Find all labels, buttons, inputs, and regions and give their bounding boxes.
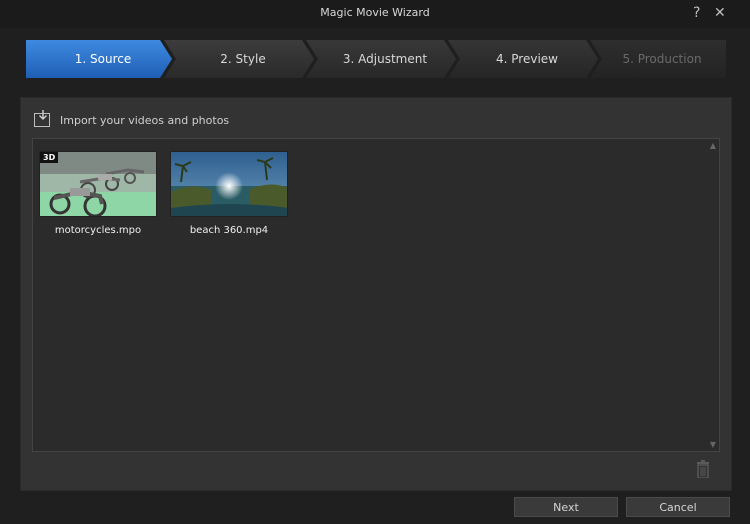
step-style[interactable]: 2. Style: [164, 40, 314, 78]
beach-image: [171, 152, 287, 216]
media-item-motorcycles[interactable]: 3D motorcycles.mpo: [39, 151, 157, 236]
cancel-button[interactable]: Cancel: [626, 497, 730, 517]
thumbnail-beach: [170, 151, 288, 217]
media-library[interactable]: 3D motorcycles.mpo beach 360.mp4 ▲ ▼: [32, 138, 720, 452]
step-preview[interactable]: 4. Preview: [448, 40, 598, 78]
media-item-beach[interactable]: beach 360.mp4: [170, 151, 288, 236]
thumbnail-motorcycles: 3D: [39, 151, 157, 217]
import-icon: [34, 110, 50, 127]
next-button[interactable]: Next: [514, 497, 618, 517]
step-label: 1. Source: [74, 52, 132, 66]
step-label: 5. Production: [622, 52, 702, 66]
step-label: 3. Adjustment: [342, 52, 428, 66]
3d-badge: 3D: [40, 152, 59, 163]
window-title: Magic Movie Wizard: [320, 6, 430, 19]
step-adjustment[interactable]: 3. Adjustment: [306, 40, 456, 78]
media-name: motorcycles.mpo: [54, 225, 142, 236]
media-name: beach 360.mp4: [189, 225, 269, 236]
step-production: 5. Production: [590, 40, 726, 78]
scroll-up-arrow[interactable]: ▲: [710, 141, 716, 150]
scroll-down-arrow[interactable]: ▼: [710, 440, 716, 449]
help-icon[interactable]: ?: [693, 5, 700, 21]
source-panel: Import your videos and photos 3D motorcy…: [20, 97, 732, 491]
step-source[interactable]: 1. Source: [26, 40, 172, 78]
title-bar: Magic Movie Wizard ? ✕: [0, 0, 750, 28]
import-label: Import your videos and photos: [60, 113, 230, 127]
step-label: 4. Preview: [496, 52, 558, 66]
wizard-steps: 1. Source 2. Style 3. Adjustment 4. Prev…: [26, 40, 726, 78]
close-icon[interactable]: ✕: [714, 5, 726, 21]
step-label: 2. Style: [220, 52, 266, 66]
trash-icon[interactable]: [695, 460, 711, 479]
import-button[interactable]: Import your videos and photos: [34, 110, 229, 130]
